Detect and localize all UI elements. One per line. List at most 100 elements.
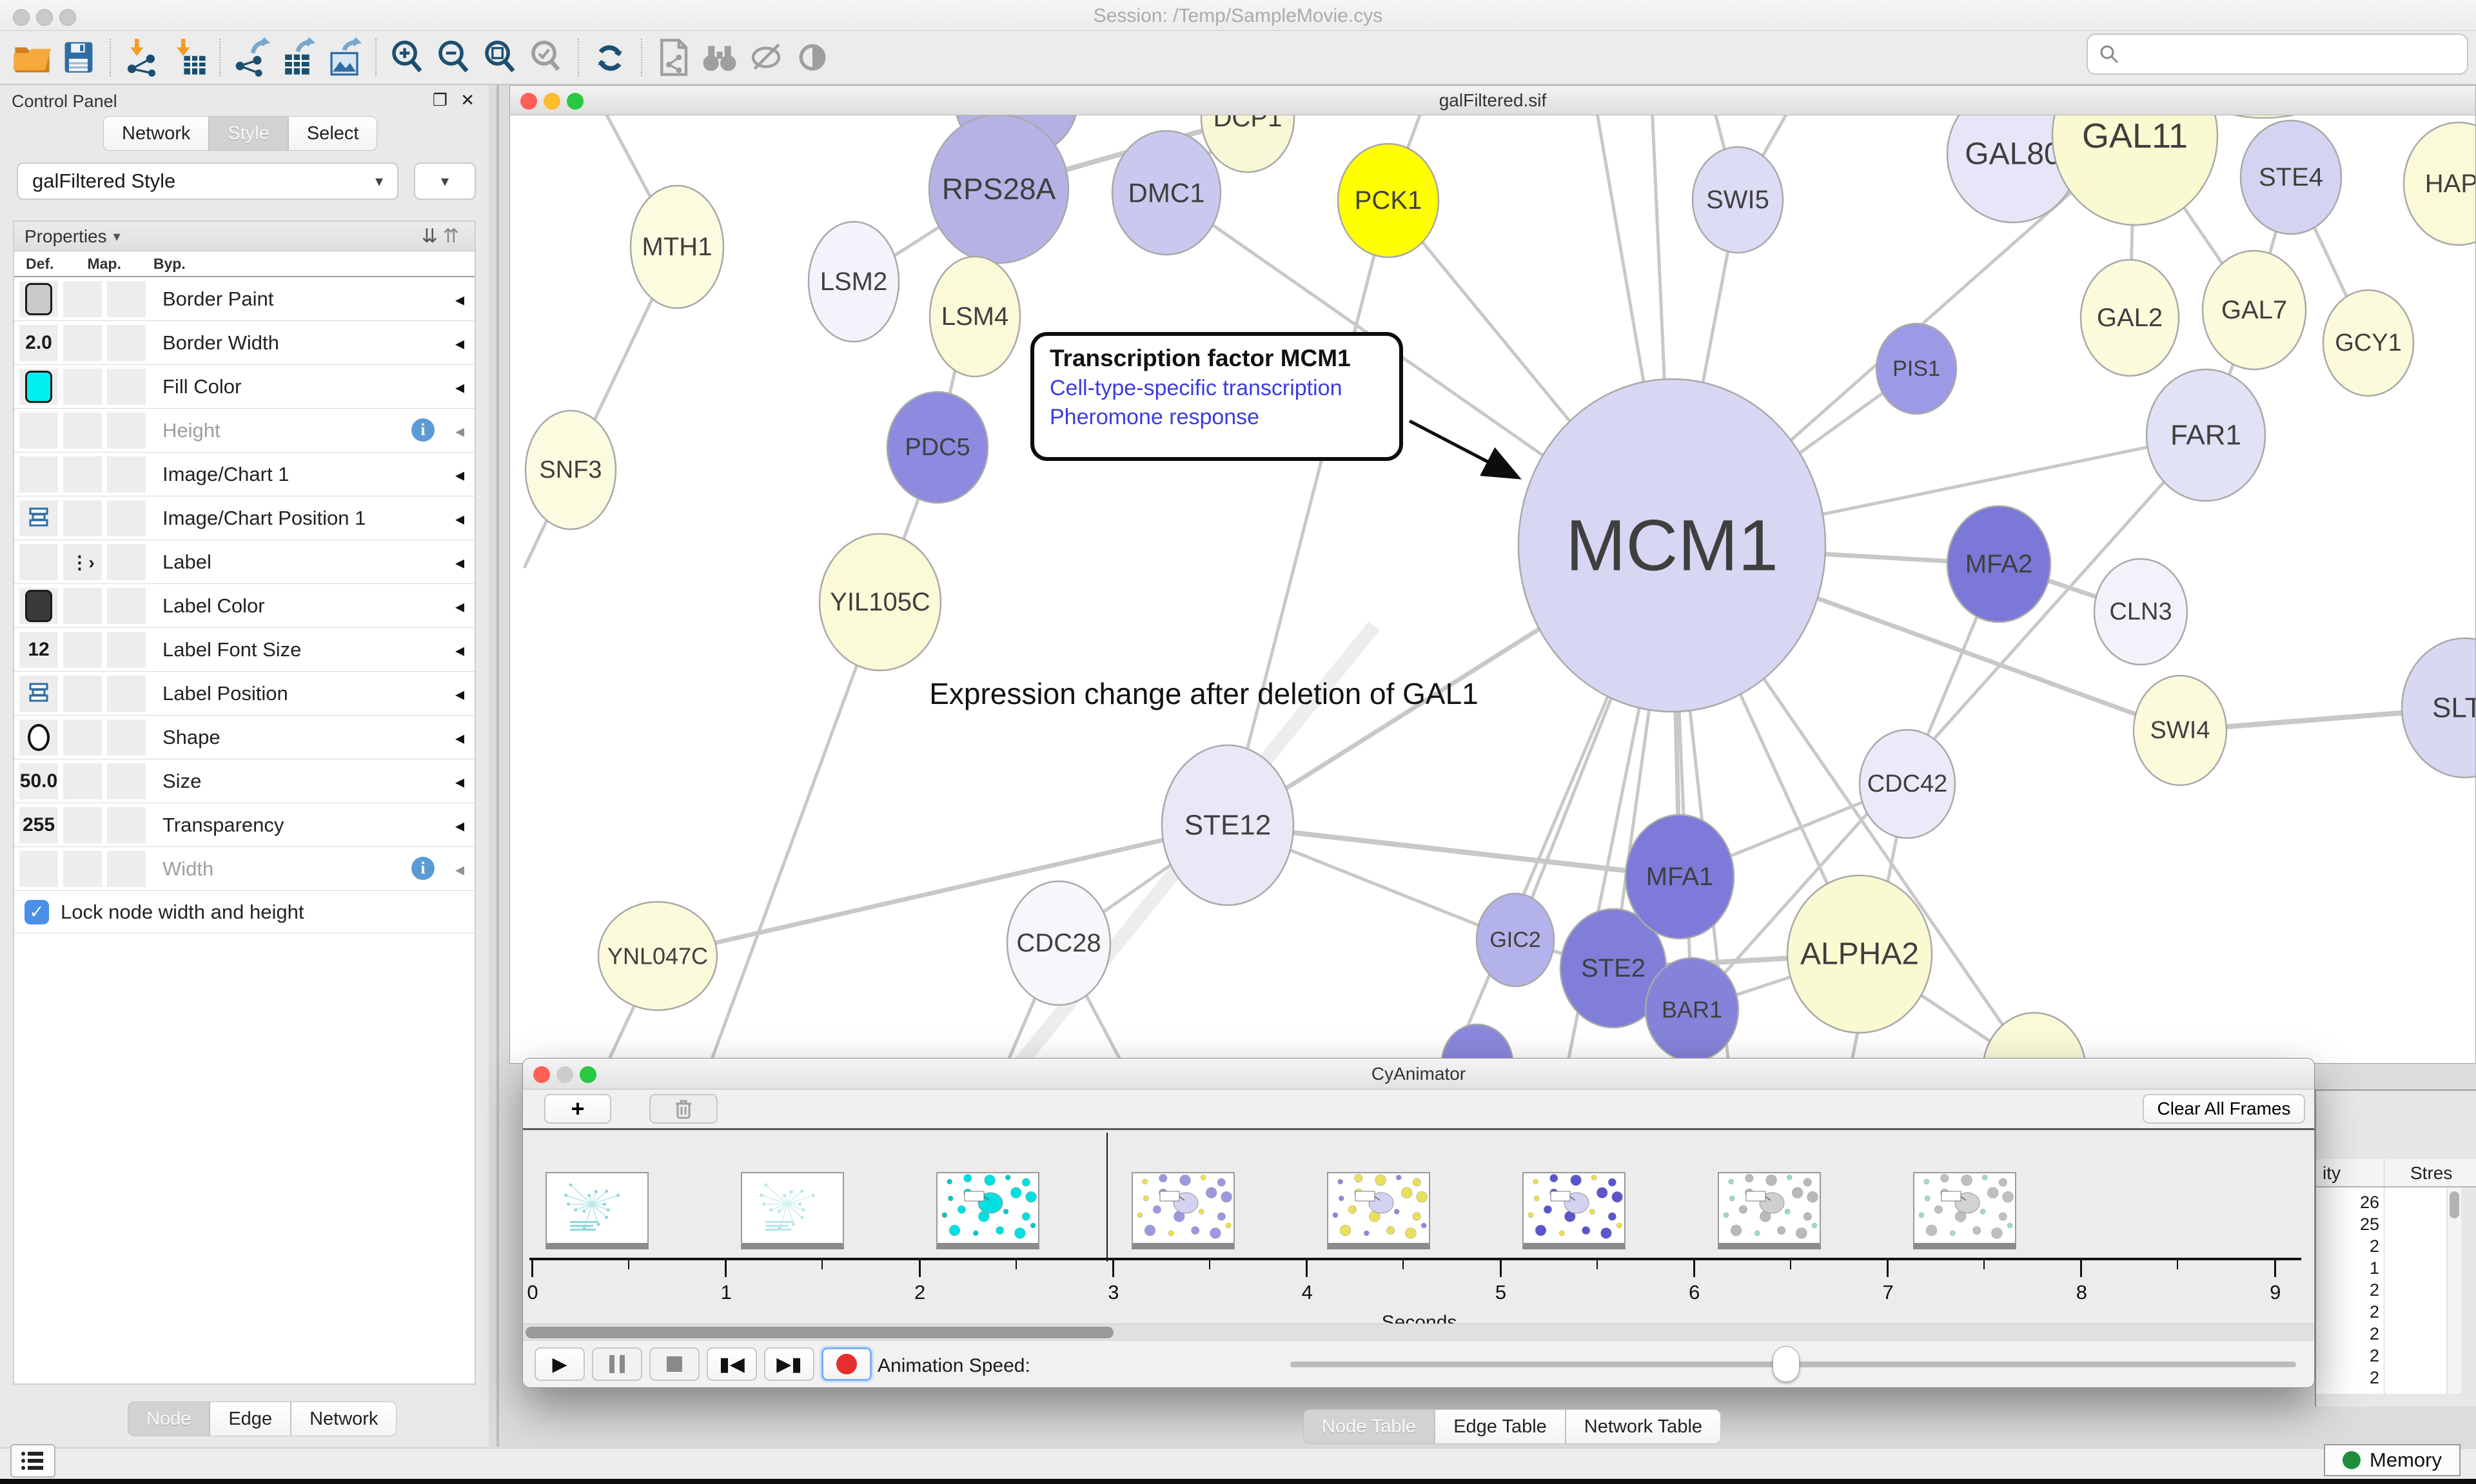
network-node-dmc1[interactable]: DMC1 xyxy=(1112,131,1221,255)
network-node-swi4[interactable]: SWI4 xyxy=(2134,676,2226,785)
network-node-gal2[interactable]: GAL2 xyxy=(2081,260,2179,376)
network-node-lsm2[interactable]: LSM2 xyxy=(809,222,899,342)
property-cell[interactable] xyxy=(63,763,102,799)
property-row-label-font-size[interactable]: 12Label Font Size◂ xyxy=(14,628,475,672)
property-cell[interactable] xyxy=(19,413,58,449)
style-selector-dropdown[interactable]: galFiltered Style ▾ xyxy=(17,162,398,200)
expand-property-arrow[interactable]: ◂ xyxy=(455,596,464,617)
network-node-gal7[interactable]: GAL7 xyxy=(2203,251,2306,369)
info-icon[interactable]: i xyxy=(411,418,435,442)
property-cell[interactable] xyxy=(63,632,102,668)
network-node-pck1[interactable]: PCK1 xyxy=(1338,144,1439,257)
property-cell[interactable] xyxy=(63,719,102,756)
network-node-cln3[interactable]: CLN3 xyxy=(2094,559,2187,665)
open-folder-icon[interactable] xyxy=(9,34,55,81)
expand-property-arrow[interactable]: ◂ xyxy=(455,859,464,880)
property-cell[interactable] xyxy=(107,413,146,449)
find-binoculars-icon[interactable] xyxy=(696,34,743,81)
close-panel-icon[interactable]: ✕ xyxy=(460,90,475,110)
property-cell[interactable] xyxy=(107,325,146,361)
network-node-hap2[interactable]: HAP2 xyxy=(2404,122,2475,245)
zoom-selected-icon[interactable] xyxy=(524,34,570,81)
network-node-lsm4[interactable]: LSM4 xyxy=(930,257,1020,376)
cyanimator-timeline[interactable]: 0123456789 Seconds xyxy=(523,1130,2314,1323)
keyframe-thumbnail-0[interactable] xyxy=(545,1172,649,1249)
table-cell-value[interactable]: 2 xyxy=(2321,1324,2379,1344)
expand-property-arrow[interactable]: ◂ xyxy=(455,464,464,485)
network-node-yil105c[interactable]: YIL105C xyxy=(820,534,941,670)
property-cell[interactable] xyxy=(19,851,58,887)
table-cell-value[interactable]: 2 xyxy=(2321,1368,2379,1388)
property-cell[interactable] xyxy=(107,369,146,405)
export-image-icon[interactable] xyxy=(321,34,368,81)
expand-property-arrow[interactable]: ◂ xyxy=(455,376,464,398)
info-icon[interactable]: i xyxy=(411,857,435,880)
network-node-mfa2[interactable]: MFA2 xyxy=(1947,506,2050,622)
column-header-stress[interactable]: Stres xyxy=(2410,1163,2452,1184)
expand-property-arrow[interactable]: ◂ xyxy=(455,552,464,573)
stop-button[interactable] xyxy=(649,1347,700,1381)
property-row-image-chart-position-1[interactable]: Image/Chart Position 1◂ xyxy=(14,496,475,540)
network-node-pdc5[interactable]: PDC5 xyxy=(887,392,988,503)
annotation-box[interactable]: Transcription factor MCM1 Cell-type-spec… xyxy=(1030,332,1403,461)
property-row-image-chart-1[interactable]: Image/Chart 1◂ xyxy=(14,453,475,496)
network-node-cdc28[interactable]: CDC28 xyxy=(1007,881,1110,1005)
table-cell-value[interactable]: 2 xyxy=(2321,1302,2379,1322)
property-cell[interactable]: 50.0 xyxy=(19,763,58,799)
refresh-icon[interactable] xyxy=(587,34,633,81)
network-node-dcp1[interactable]: DCP1 xyxy=(1201,115,1294,172)
tab-edge[interactable]: Edge xyxy=(210,1401,291,1436)
timeline-playhead[interactable] xyxy=(1106,1133,1108,1262)
network-node-unlabeled[interactable] xyxy=(1442,1024,1513,1063)
keyframe-thumbnail-6[interactable] xyxy=(1718,1172,1821,1249)
tab-edge-table[interactable]: Edge Table xyxy=(1435,1409,1566,1444)
property-cell[interactable] xyxy=(63,500,102,536)
search-field[interactable] xyxy=(2087,34,2468,75)
lock-size-checkbox[interactable]: ✓ xyxy=(25,900,49,924)
property-row-width[interactable]: Widthi◂ xyxy=(14,847,475,891)
property-cell[interactable] xyxy=(107,544,146,580)
expand-property-arrow[interactable]: ◂ xyxy=(455,815,464,836)
skip-to-start-button[interactable]: ▮◀ xyxy=(707,1347,757,1381)
network-node-gcy1[interactable]: GCY1 xyxy=(2323,290,2413,396)
slider-thumb[interactable] xyxy=(1773,1346,1800,1382)
property-row-height[interactable]: Heighti◂ xyxy=(14,409,475,453)
zoom-in-icon[interactable] xyxy=(384,34,431,81)
hide-details-icon[interactable] xyxy=(743,34,789,81)
network-node-mcm1[interactable]: MCM1 xyxy=(1518,379,1825,712)
delete-frame-button[interactable] xyxy=(649,1094,718,1124)
property-cell[interactable] xyxy=(63,676,102,712)
table-cell-value[interactable]: 2 xyxy=(2321,1280,2379,1300)
keyframe-thumbnail-3[interactable] xyxy=(1132,1172,1235,1249)
pause-button[interactable] xyxy=(592,1347,642,1381)
property-cell[interactable] xyxy=(63,588,102,624)
network-node-ynl047c[interactable]: YNL047C xyxy=(598,902,717,1010)
property-cell[interactable] xyxy=(19,369,58,405)
record-button[interactable] xyxy=(821,1347,872,1381)
property-cell[interactable]: ⋮› xyxy=(63,544,102,580)
keyframe-thumbnail-1[interactable] xyxy=(741,1172,844,1249)
table-cell-value[interactable]: 26 xyxy=(2321,1193,2379,1213)
expand-property-arrow[interactable]: ◂ xyxy=(455,771,464,792)
network-node-slt2[interactable]: SLT2 xyxy=(2402,638,2475,777)
property-cell[interactable] xyxy=(19,500,58,536)
property-cell[interactable]: 2.0 xyxy=(19,325,58,361)
network-node-snf3[interactable]: SNF3 xyxy=(526,411,616,529)
play-button[interactable]: ▶ xyxy=(535,1347,585,1381)
property-row-border-paint[interactable]: Border Paint◂ xyxy=(14,277,475,321)
tab-network-table[interactable]: Network Table xyxy=(1566,1409,1721,1444)
table-cell-value[interactable]: 2 xyxy=(2321,1236,2379,1256)
property-cell[interactable] xyxy=(63,807,102,843)
network-node-rps28a[interactable]: RPS28A xyxy=(929,115,1068,263)
property-cell[interactable] xyxy=(63,281,102,317)
tab-select[interactable]: Select xyxy=(288,116,378,151)
tab-network[interactable]: Network xyxy=(103,116,209,151)
expand-property-arrow[interactable]: ◂ xyxy=(455,639,464,661)
property-cell[interactable] xyxy=(19,544,58,580)
column-header-centrality[interactable]: ity xyxy=(2323,1163,2341,1184)
property-row-label[interactable]: ⋮›Label◂ xyxy=(14,540,475,584)
table-cell-value[interactable]: 25 xyxy=(2321,1215,2379,1235)
network-node-pis1[interactable]: PIS1 xyxy=(1876,324,1956,414)
expand-property-arrow[interactable]: ◂ xyxy=(455,420,464,442)
network-node-alpha2[interactable]: ALPHA2 xyxy=(1787,875,1932,1033)
